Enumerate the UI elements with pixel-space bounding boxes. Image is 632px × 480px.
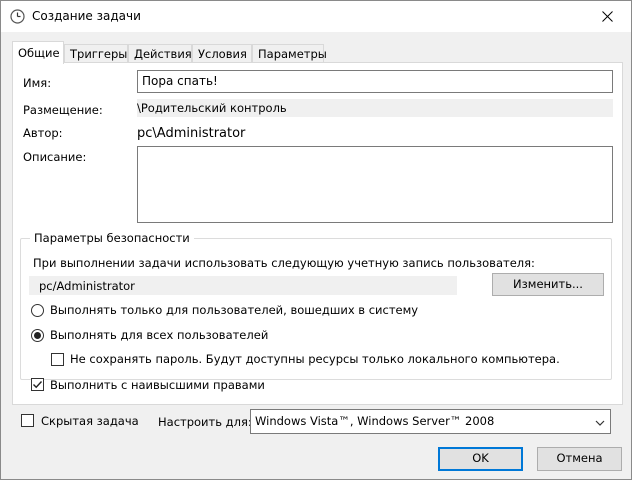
description-label: Описание:	[23, 150, 87, 164]
window-title: Создание задачи	[32, 9, 141, 23]
account-prompt: При выполнении задачи использовать следу…	[33, 256, 535, 270]
security-group-title: Параметры безопасности	[30, 231, 194, 245]
location-value: \Родительский контроль	[137, 99, 613, 117]
general-tab-panel: Имя: Пора спать! Размещение: \Родительск…	[12, 62, 623, 405]
tab-settings[interactable]: Параметры	[252, 44, 327, 63]
radio-all-users[interactable]	[31, 329, 44, 342]
clock-icon	[10, 9, 25, 24]
description-textarea[interactable]	[137, 146, 613, 223]
configure-for-select[interactable]: Windows Vista™, Windows Server™ 2008	[250, 409, 611, 434]
highest-privileges-label[interactable]: Выполнить с наивысшими правами	[50, 378, 265, 392]
author-label: Автор:	[23, 126, 63, 140]
title-bar: Создание задачи	[1, 1, 631, 32]
author-value: pc\Administrator	[137, 126, 246, 141]
no-store-password-checkbox[interactable]	[51, 353, 64, 366]
tab-conditions[interactable]: Условия	[192, 44, 252, 63]
create-task-dialog: Создание задачи Общие Триггеры Действия …	[0, 0, 632, 480]
name-label: Имя:	[23, 76, 52, 90]
configure-for-label: Настроить для:	[158, 415, 252, 429]
radio-logged-on-only[interactable]	[31, 304, 44, 317]
checkmark-icon	[33, 381, 43, 389]
hidden-task-label[interactable]: Скрытая задача	[41, 414, 139, 428]
hidden-task-checkbox[interactable]	[21, 414, 34, 427]
account-value: pc/Administrator	[29, 276, 457, 295]
close-button[interactable]	[585, 1, 631, 32]
location-label: Размещение:	[23, 103, 103, 117]
radio-logged-on-label[interactable]: Выполнять только для пользователей, воше…	[50, 303, 418, 317]
tab-general[interactable]: Общие	[12, 41, 64, 64]
cancel-button[interactable]: Отмена	[537, 447, 622, 471]
name-input[interactable]: Пора спать!	[137, 70, 613, 93]
close-icon	[602, 11, 613, 22]
chevron-down-icon	[595, 416, 605, 430]
radio-selected-dot	[34, 332, 41, 339]
radio-all-users-label[interactable]: Выполнять для всех пользователей	[50, 328, 268, 342]
highest-privileges-checkbox[interactable]	[31, 378, 44, 391]
no-store-password-label[interactable]: Не сохранять пароль. Будут доступны ресу…	[70, 352, 560, 366]
tab-triggers[interactable]: Триггеры	[64, 44, 128, 63]
tab-actions[interactable]: Действия	[128, 44, 192, 63]
change-user-button[interactable]: Изменить...	[492, 273, 604, 296]
ok-button[interactable]: OK	[438, 447, 523, 471]
configure-for-value: Windows Vista™, Windows Server™ 2008	[255, 414, 495, 428]
